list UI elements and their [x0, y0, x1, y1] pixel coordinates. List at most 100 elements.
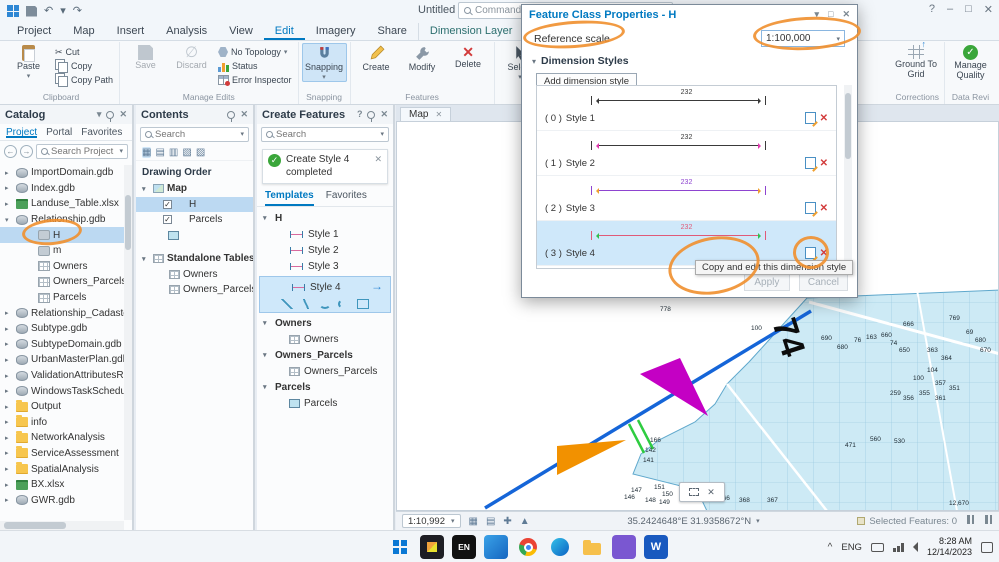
- expand-icon[interactable]: ▾: [142, 185, 150, 193]
- catalog-tree-item[interactable]: ▸ WindowsTaskScheduler: [0, 383, 124, 399]
- ribbon-tab[interactable]: View: [218, 23, 264, 40]
- contents-item[interactable]: ✓ Owners: [136, 267, 253, 283]
- contents-item[interactable]: ✓ Owners_Parcels: [136, 282, 253, 298]
- paste-button[interactable]: Paste▾: [6, 43, 51, 81]
- list-by-source-icon[interactable]: ▤: [155, 147, 164, 158]
- catalog-tree-item[interactable]: ▸ GWR.gdb: [0, 492, 124, 508]
- expand-icon[interactable]: ▸: [5, 340, 13, 348]
- template-item[interactable]: ▾ Owners_Parcels →: [257, 347, 393, 363]
- start-button[interactable]: [388, 535, 412, 559]
- pin-icon[interactable]: [106, 111, 114, 119]
- error-inspector-button[interactable]: Error Inspector: [215, 73, 295, 87]
- dimension-style-row[interactable]: 232 ( 2 ) Style 3 ✕: [537, 176, 836, 221]
- chrome-icon[interactable]: [516, 535, 540, 559]
- status-button[interactable]: Status: [215, 59, 295, 73]
- cancel-sketch-icon[interactable]: ✕: [707, 488, 715, 497]
- notification-center-icon[interactable]: [981, 542, 993, 553]
- delete-dimension-style-icon[interactable]: ✕: [820, 113, 828, 124]
- catalog-tree-item[interactable]: m: [0, 243, 124, 259]
- close-pane-icon[interactable]: ✕: [119, 110, 127, 119]
- list-by-snapping-icon[interactable]: ▨: [196, 147, 205, 158]
- catalog-tree-item[interactable]: ▸ NetworkAnalysis: [0, 430, 124, 446]
- tab-favorites[interactable]: Favorites: [81, 127, 122, 138]
- edit-sketch-mini-toolbar[interactable]: ✕: [679, 482, 725, 502]
- close-pane-icon[interactable]: ✕: [380, 110, 388, 119]
- catalog-tree-item[interactable]: H: [0, 227, 124, 243]
- template-item[interactable]: ▾ Owners →: [257, 315, 393, 331]
- dialog-close-icon[interactable]: ✕: [842, 10, 850, 19]
- ribbon-tab[interactable]: Map: [62, 23, 105, 40]
- catalog-tree-item[interactable]: ▸ UrbanMasterPlan.gdb: [0, 352, 124, 368]
- catalog-vertical-scrollbar[interactable]: [124, 165, 132, 520]
- tab-favorites[interactable]: Favorites: [326, 190, 367, 206]
- catalog-tree-item[interactable]: Parcels: [0, 290, 124, 306]
- layer-visibility-checkbox[interactable]: ✓: [163, 200, 172, 209]
- copy-path-button[interactable]: Copy Path: [52, 73, 116, 87]
- template-item[interactable]: Style 2 →: [257, 242, 393, 258]
- touch-keyboard-icon[interactable]: [871, 543, 884, 552]
- expand-icon[interactable]: ▾: [263, 351, 271, 359]
- close-window-icon[interactable]: ✕: [984, 3, 993, 16]
- copy-edit-dimension-style-icon[interactable]: [805, 202, 816, 214]
- snapping-button[interactable]: Snapping▾: [302, 43, 347, 82]
- create-features-button[interactable]: Create: [354, 43, 399, 73]
- delete-dimension-style-icon[interactable]: ✕: [820, 203, 828, 214]
- expand-icon[interactable]: ▸: [5, 481, 13, 489]
- undo-icon[interactable]: ↶: [44, 6, 53, 17]
- ribbon-tab[interactable]: Analysis: [155, 23, 218, 40]
- expand-icon[interactable]: ▸: [5, 418, 13, 426]
- contents-item[interactable]: ✓: [136, 228, 253, 244]
- maximize-icon[interactable]: □: [965, 3, 972, 16]
- dimension-style-row[interactable]: 232 ( 1 ) Style 2 ✕: [537, 131, 836, 176]
- pan-tool-icon[interactable]: ✚: [503, 516, 511, 527]
- tab-templates[interactable]: Templates: [265, 190, 314, 206]
- taskbar-app-icon-2[interactable]: [484, 535, 508, 559]
- map-view-tab[interactable]: Map ✕: [400, 107, 451, 121]
- delete-dimension-style-icon[interactable]: ✕: [820, 248, 828, 259]
- save-edits-button[interactable]: Save: [123, 43, 168, 71]
- layer-visibility-icon[interactable]: ▤: [486, 516, 495, 527]
- pin-icon[interactable]: [367, 111, 375, 119]
- expand-icon[interactable]: ▸: [5, 372, 13, 380]
- catalog-tree-item[interactable]: ▸ Index.gdb: [0, 181, 124, 197]
- section-collapse-icon[interactable]: ▾: [532, 57, 536, 66]
- expand-icon[interactable]: ▾: [5, 216, 13, 224]
- catalog-tree-item[interactable]: Owners_Parcels: [0, 274, 124, 290]
- dialog-dropdown-icon[interactable]: ▾: [814, 10, 819, 19]
- close-pane-icon[interactable]: ✕: [240, 110, 248, 119]
- template-item[interactable]: Style 4 →: [259, 276, 391, 313]
- cancel-button[interactable]: Cancel: [799, 274, 848, 291]
- catalog-tree-item[interactable]: Owners: [0, 259, 124, 275]
- tool-polyline-icon[interactable]: [300, 299, 312, 309]
- delete-dimension-style-icon[interactable]: ✕: [820, 158, 828, 169]
- expand-icon[interactable]: ▾: [142, 255, 150, 263]
- contents-item[interactable]: ✓ H: [136, 197, 253, 213]
- contents-item[interactable]: ▾ ✓ Standalone Tables: [136, 251, 253, 267]
- catalog-tree-item[interactable]: ▾ Relationship.gdb: [0, 212, 124, 228]
- language-app-icon[interactable]: EN: [452, 535, 476, 559]
- tool-trace-icon[interactable]: [357, 299, 369, 309]
- ribbon-tab[interactable]: Share: [367, 23, 418, 40]
- catalog-tree-item[interactable]: ▸ Subtype.gdb: [0, 321, 124, 337]
- tab-project[interactable]: Project: [6, 127, 37, 138]
- template-item[interactable]: ▾ H →: [257, 210, 393, 226]
- north-arrow-icon[interactable]: ▲: [520, 516, 530, 527]
- template-item[interactable]: Owners →: [257, 331, 393, 347]
- expand-icon[interactable]: ▸: [5, 309, 13, 317]
- contents-item[interactable]: ✓ Parcels: [136, 212, 253, 228]
- copy-edit-dimension-style-icon[interactable]: [805, 247, 816, 259]
- back-icon[interactable]: ←: [4, 145, 17, 158]
- ribbon-tab[interactable]: Project: [6, 23, 62, 40]
- catalog-tree-item[interactable]: ▸ info: [0, 415, 124, 431]
- expand-icon[interactable]: ▸: [5, 200, 13, 208]
- taskbar-app-icon-1[interactable]: [420, 535, 444, 559]
- expand-icon[interactable]: ▸: [5, 434, 13, 442]
- ribbon-tab[interactable]: Imagery: [305, 23, 367, 40]
- discard-edits-button[interactable]: ∅ Discard: [169, 43, 214, 71]
- tool-curve-icon[interactable]: [338, 299, 350, 309]
- pause-drawing-icon[interactable]: [966, 515, 975, 527]
- tool-line-icon[interactable]: [281, 299, 293, 309]
- active-template-arrow-icon[interactable]: →: [371, 279, 383, 293]
- cut-button[interactable]: ✂Cut: [52, 45, 116, 59]
- catalog-tree-item[interactable]: ▸ ServiceAssessment: [0, 446, 124, 462]
